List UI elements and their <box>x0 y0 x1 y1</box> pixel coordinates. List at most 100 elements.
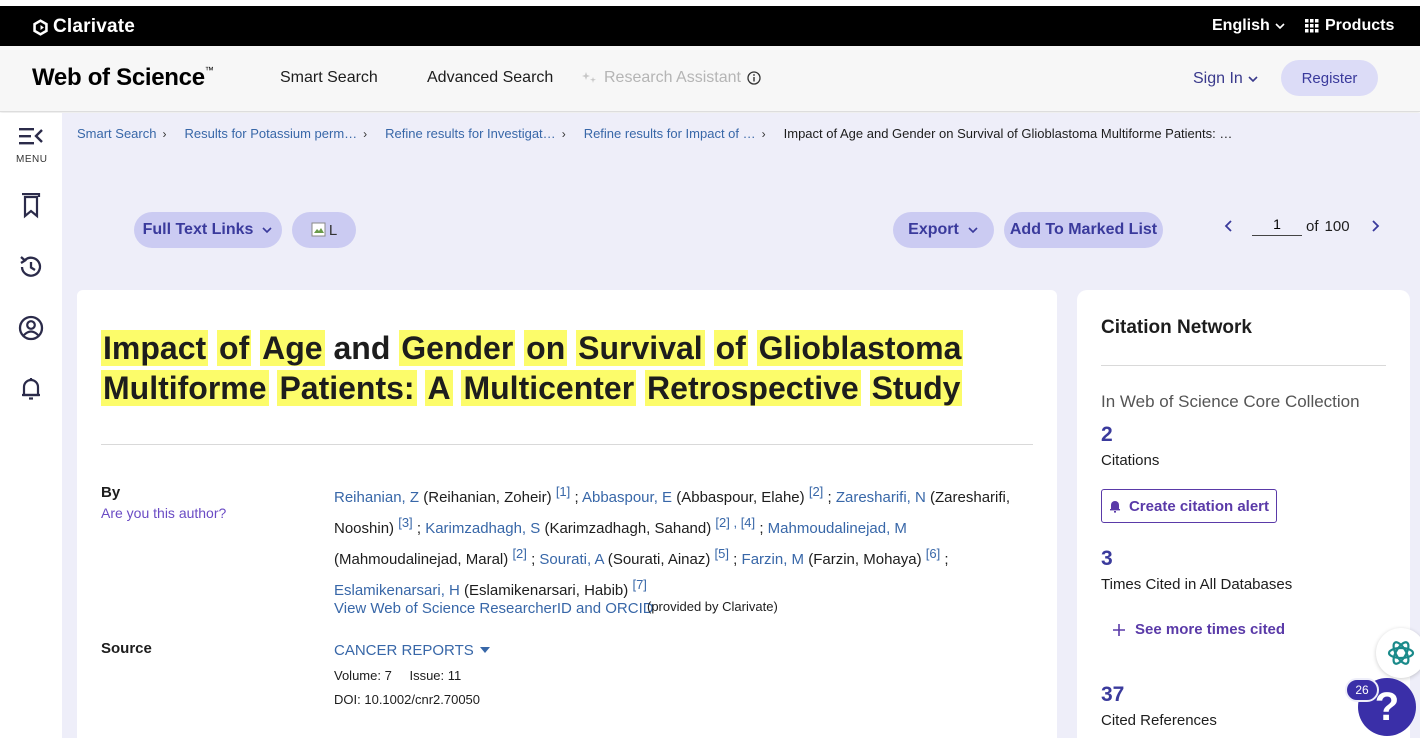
link-resolver-button[interactable]: L <box>292 212 356 248</box>
chevron-right-icon[interactable] <box>1368 218 1382 234</box>
ai-assistant-button[interactable] <box>1376 628 1420 678</box>
source-journal-name: CANCER REPORTS <box>334 642 474 659</box>
sign-in-menu[interactable]: Sign In <box>1193 70 1259 88</box>
source-journal-link[interactable]: CANCER REPORTS <box>334 642 490 659</box>
author-link[interactable]: Karimzadhagh, S <box>425 520 540 537</box>
divider <box>1101 365 1386 366</box>
nav-advanced-search[interactable]: Advanced Search <box>427 69 553 87</box>
clarivate-logo[interactable]: Clarivate <box>32 16 135 38</box>
full-text-links-button[interactable]: Full Text Links <box>134 212 282 248</box>
openai-icon <box>1387 641 1415 665</box>
export-button[interactable]: Export <box>893 212 994 248</box>
times-cited-label: Times Cited in All Databases <box>1101 576 1293 593</box>
history-nav[interactable] <box>18 254 44 280</box>
title-word: Gender <box>399 330 516 366</box>
title-word: Study <box>869 370 963 406</box>
volume-value: 7 <box>384 668 392 683</box>
source-label: Source <box>101 640 152 657</box>
grid-icon <box>1305 19 1319 33</box>
bell-icon <box>1109 501 1120 513</box>
doi-value: 10.1002/cnr2.70050 <box>364 692 481 707</box>
breadcrumb-item[interactable]: Refine results for Investigat… <box>385 126 556 141</box>
chevron-down-icon <box>1248 76 1258 83</box>
info-icon[interactable] <box>747 71 761 85</box>
chevron-down-icon <box>968 227 978 234</box>
issue-label: Issue: <box>409 668 445 683</box>
create-citation-alert-label: Create citation alert <box>1128 497 1270 515</box>
clarivate-logo-icon <box>33 18 48 36</box>
are-you-author-link[interactable]: Are you this author? <box>101 505 226 521</box>
alerts-nav[interactable] <box>18 376 44 402</box>
breadcrumb-item[interactable]: Smart Search <box>77 126 156 141</box>
title-word: Patients: <box>277 370 417 406</box>
page-number-input[interactable] <box>1252 216 1302 236</box>
products-label: Products <box>1325 17 1395 34</box>
see-more-times-cited-link[interactable]: See more times cited <box>1113 621 1285 638</box>
chevron-right-icon: › <box>162 126 167 141</box>
author-affiliation-ref[interactable]: [2] <box>809 484 823 499</box>
profile-nav[interactable] <box>18 315 44 341</box>
author-affiliation-ref[interactable]: [6] <box>926 546 940 561</box>
title-word: Multicenter <box>461 370 637 406</box>
chevron-down-icon <box>262 227 272 234</box>
research-assistant-label: Research Assistant <box>604 69 741 86</box>
author-link[interactable]: Mahmoudalinejad, M <box>768 520 907 537</box>
author-full-name: Sourati, Ainaz <box>612 551 706 568</box>
plus-icon <box>1113 623 1125 636</box>
title-word: and <box>333 330 391 366</box>
citations-count[interactable]: 2 <box>1101 423 1113 447</box>
title-word: Impact <box>101 330 209 366</box>
author-link[interactable]: Sourati, A <box>539 551 603 568</box>
author-full-name: Farzin, Mohaya <box>813 551 917 568</box>
record-card: Impact of Age and Gender on Survival of … <box>77 290 1057 738</box>
author-affiliation-ref[interactable]: [5] <box>715 546 729 561</box>
wos-header: Web of Science™ Smart Search Advanced Se… <box>0 46 1420 112</box>
page-total: 100 <box>1324 217 1350 235</box>
caret-down-icon <box>479 646 490 653</box>
breadcrumb-item[interactable]: Refine results for Impact of … <box>584 126 756 141</box>
breadcrumb-item[interactable]: Results for Potassium perm… <box>184 126 357 141</box>
record-title: Impact of Age and Gender on Survival of … <box>101 328 1041 408</box>
menu-collapse-icon <box>19 128 43 145</box>
author-affiliation-ref[interactable]: [1] <box>556 484 570 499</box>
times-cited-count[interactable]: 3 <box>1101 547 1113 571</box>
language-selector[interactable]: English <box>1212 17 1286 35</box>
nav-smart-search[interactable]: Smart Search <box>280 69 378 87</box>
author-link[interactable]: Reihanian, Z <box>334 489 419 506</box>
menu-toggle[interactable] <box>18 123 44 149</box>
marked-list-icon <box>22 193 41 219</box>
issue-value: 11 <box>447 668 462 683</box>
cited-references-count[interactable]: 37 <box>1101 683 1124 707</box>
add-to-marked-list-button[interactable]: Add To Marked List <box>1004 212 1163 248</box>
author-link[interactable]: Farzin, M <box>742 551 805 568</box>
author-full-name: Abbaspour, Elahe <box>681 489 800 506</box>
image-alt-text: L <box>328 221 338 239</box>
marked-list-nav[interactable] <box>18 193 44 219</box>
see-more-label: See more times cited <box>1135 621 1286 638</box>
register-button[interactable]: Register <box>1281 60 1378 96</box>
breadcrumb: Smart Search › Results for Potassium perm… <box>77 126 1232 141</box>
doi: DOI: 10.1002/cnr2.70050 <box>334 692 480 707</box>
author-link[interactable]: Zaresharifi, N <box>836 489 926 506</box>
create-citation-alert-button[interactable]: Create citation alert <box>1101 489 1277 523</box>
author-link[interactable]: Abbaspour, E <box>582 489 672 506</box>
author-affiliation-ref[interactable]: [7] <box>632 577 646 592</box>
citations-label: Citations <box>1101 452 1160 469</box>
author-affiliation-ref[interactable]: [2] , [4] <box>715 515 755 530</box>
author-link[interactable]: Eslamikenarsari, H <box>334 582 460 599</box>
history-icon <box>20 256 42 277</box>
nav-research-assistant[interactable]: Research Assistant <box>582 69 761 87</box>
sparkle-icon <box>582 72 596 83</box>
author-affiliation-ref[interactable]: [3] <box>398 515 412 530</box>
title-word: of <box>217 330 252 366</box>
chevron-left-icon[interactable] <box>1222 218 1236 234</box>
title-word: Multiforme <box>101 370 269 406</box>
title-word: Survival <box>576 330 705 366</box>
products-menu[interactable]: Products <box>1305 17 1394 35</box>
author-affiliation-ref[interactable]: [2] <box>512 546 526 561</box>
title-word: Glioblastoma <box>756 330 964 366</box>
researcher-id-link[interactable]: View Web of Science ResearcherID and ORC… <box>334 600 654 617</box>
title-word: Age <box>260 330 325 366</box>
chevron-down-icon <box>1275 23 1285 30</box>
wos-logo[interactable]: Web of Science™ <box>32 64 214 92</box>
